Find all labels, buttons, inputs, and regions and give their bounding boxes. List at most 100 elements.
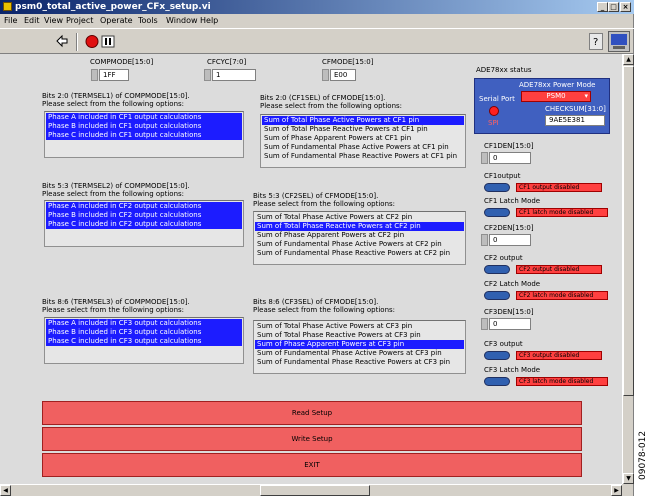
list-item[interactable]: Sum of Phase Apparent Powers at CF1 pin xyxy=(262,134,464,143)
cf2sel-listbox[interactable]: Sum of Total Phase Active Powers at CF2 … xyxy=(253,211,466,265)
status-title: ADE78xx status xyxy=(476,66,532,74)
list-item[interactable]: Sum of Total Phase Reactive Powers at CF… xyxy=(262,125,464,134)
list-item[interactable]: Sum of Fundamental Phase Active Powers a… xyxy=(255,240,464,249)
minimize-button[interactable]: _ xyxy=(597,2,608,12)
status-panel: ADE78xx Power Mode PSM0 ▾ Serial Port SP… xyxy=(474,78,610,134)
list-item[interactable]: Phase C included in CF1 output calculati… xyxy=(46,131,242,140)
cfcyc-spinner[interactable] xyxy=(204,69,211,81)
scroll-left-arrow-icon[interactable]: ◀ xyxy=(0,485,11,496)
list-item[interactable]: Sum of Fundamental Phase Reactive Powers… xyxy=(255,358,464,367)
list-item[interactable]: Sum of Fundamental Phase Reactive Powers… xyxy=(262,152,464,161)
termsel1-listbox[interactable]: Phase A included in CF1 output calculati… xyxy=(44,111,244,158)
abort-icon[interactable] xyxy=(84,34,100,49)
vertical-scroll-thumb[interactable] xyxy=(623,66,634,396)
horizontal-scrollbar[interactable]: ◀ ▶ xyxy=(0,484,622,496)
cf2latch-toggle[interactable] xyxy=(484,291,510,300)
cf2latch-label: CF2 Latch Mode xyxy=(484,280,541,288)
compmode-spinner[interactable] xyxy=(91,69,98,81)
termsel1-prompt: Please select from the following options… xyxy=(42,100,185,108)
scroll-right-arrow-icon[interactable]: ▶ xyxy=(611,485,622,496)
cf1sel-listbox[interactable]: Sum of Total Phase Active Powers at CF1 … xyxy=(260,114,466,168)
list-item[interactable]: Phase B included in CF3 output calculati… xyxy=(46,328,242,337)
cf3den-input[interactable]: 0 xyxy=(489,318,531,330)
termsel2-listbox[interactable]: Phase A included in CF2 output calculati… xyxy=(44,200,244,247)
cfmode-label: CFMODE[15:0] xyxy=(322,58,374,66)
list-item[interactable]: Sum of Total Phase Reactive Powers at CF… xyxy=(255,331,464,340)
read-setup-button[interactable]: Read Setup xyxy=(42,401,582,425)
cf1den-input[interactable]: 0 xyxy=(489,152,531,164)
menu-view[interactable]: View xyxy=(44,14,63,28)
front-panel: COMPMODE[15:0] 1FF CFCYC[7:0] 1 CFMODE[1… xyxy=(0,54,622,484)
cf3output-toggle[interactable] xyxy=(484,351,510,360)
cf3output-status: CF3 output disabled xyxy=(516,351,602,360)
list-item[interactable]: Phase A included in CF2 output calculati… xyxy=(46,202,242,211)
menu-edit[interactable]: Edit xyxy=(24,14,40,28)
window-title: psm0_total_active_power_CFx_setup.vi xyxy=(15,2,211,12)
list-item[interactable]: Sum of Phase Apparent Powers at CF2 pin xyxy=(255,231,464,240)
power-mode-label: ADE78xx Power Mode xyxy=(519,81,596,89)
cf3latch-status: CF3 latch mode disabled xyxy=(516,377,608,386)
list-item[interactable]: Phase B included in CF2 output calculati… xyxy=(46,211,242,220)
scroll-down-arrow-icon[interactable]: ▼ xyxy=(623,473,634,484)
cf3sel-listbox[interactable]: Sum of Total Phase Active Powers at CF3 … xyxy=(253,320,466,374)
list-item[interactable]: Phase A included in CF1 output calculati… xyxy=(46,113,242,122)
cf2output-toggle[interactable] xyxy=(484,265,510,274)
cfcyc-input[interactable]: 1 xyxy=(212,69,256,81)
list-item[interactable]: Sum of Phase Apparent Powers at CF3 pin xyxy=(255,340,464,349)
scroll-up-arrow-icon[interactable]: ▲ xyxy=(623,54,634,65)
cf2den-input[interactable]: 0 xyxy=(489,234,531,246)
list-item[interactable]: Phase C included in CF2 output calculati… xyxy=(46,220,242,229)
write-setup-button[interactable]: Write Setup xyxy=(42,427,582,451)
list-item[interactable]: Sum of Total Phase Active Powers at CF2 … xyxy=(255,213,464,222)
menu-tools[interactable]: Tools xyxy=(138,14,158,28)
menu-operate[interactable]: Operate xyxy=(100,14,133,28)
list-item[interactable]: Phase B included in CF1 output calculati… xyxy=(46,122,242,131)
menu-file[interactable]: File xyxy=(4,14,17,28)
list-item[interactable]: Sum of Total Phase Active Powers at CF3 … xyxy=(255,322,464,331)
cf3latch-toggle[interactable] xyxy=(484,377,510,386)
cf3den-label: CF3DEN[15:0] xyxy=(484,308,534,316)
termsel3-title: Bits 8:6 (TERMSEL3) of COMPMODE[15:0]. xyxy=(42,298,190,306)
cf1sel-prompt: Please select from the following options… xyxy=(260,102,403,110)
list-item[interactable]: Phase A included in CF3 output calculati… xyxy=(46,319,242,328)
cf2output-status: CF2 output disabled xyxy=(516,265,602,274)
cf2sel-title: Bits 5:3 (CF2SEL) of CFMODE[15:0]. xyxy=(253,192,379,200)
horizontal-scroll-thumb[interactable] xyxy=(260,485,370,496)
menu-bar: File Edit View Project Operate Tools Win… xyxy=(0,14,634,28)
help-icon[interactable]: ? xyxy=(589,33,603,50)
list-item[interactable]: Sum of Fundamental Phase Reactive Powers… xyxy=(255,249,464,258)
cf3latch-label: CF3 Latch Mode xyxy=(484,366,541,374)
cf1output-toggle[interactable] xyxy=(484,183,510,192)
cf1latch-toggle[interactable] xyxy=(484,208,510,217)
termsel3-listbox[interactable]: Phase A included in CF3 output calculati… xyxy=(44,317,244,364)
exit-button[interactable]: EXIT xyxy=(42,453,582,477)
compmode-input[interactable]: 1FF xyxy=(99,69,129,81)
run-arrow-icon[interactable] xyxy=(54,34,70,49)
cf3den-spinner[interactable] xyxy=(481,318,488,330)
cf2den-label: CF2DEN[15:0] xyxy=(484,224,534,232)
menu-window[interactable]: Window xyxy=(166,14,198,28)
list-item[interactable]: Phase C included in CF3 output calculati… xyxy=(46,337,242,346)
close-button[interactable]: × xyxy=(620,2,631,12)
svg-text:?: ? xyxy=(593,37,598,48)
list-item[interactable]: Sum of Total Phase Active Powers at CF1 … xyxy=(262,116,464,125)
list-item[interactable]: Sum of Fundamental Phase Active Powers a… xyxy=(255,349,464,358)
title-bar: psm0_total_active_power_CFx_setup.vi _ □… xyxy=(0,0,634,14)
list-item[interactable]: Sum of Fundamental Phase Active Powers a… xyxy=(262,143,464,152)
cfmode-spinner[interactable] xyxy=(322,69,329,81)
menu-project[interactable]: Project xyxy=(66,14,93,28)
checksum-value: 9AE5E381 xyxy=(545,115,605,126)
cf1sel-title: Bits 2:0 (CF1SEL) of CFMODE[15:0]. xyxy=(260,94,386,102)
vertical-scrollbar[interactable]: ▲ ▼ xyxy=(622,54,634,484)
power-mode-dropdown[interactable]: PSM0 ▾ xyxy=(521,91,591,102)
pause-icon[interactable] xyxy=(100,34,116,49)
chevron-down-icon: ▾ xyxy=(584,92,588,100)
checksum-label: CHECKSUM[31:0] xyxy=(545,105,606,113)
cf1den-spinner[interactable] xyxy=(481,152,488,164)
menu-help[interactable]: Help xyxy=(200,14,218,28)
list-item[interactable]: Sum of Total Phase Reactive Powers at CF… xyxy=(255,222,464,231)
cf2den-spinner[interactable] xyxy=(481,234,488,246)
cfmode-input[interactable]: E00 xyxy=(330,69,356,81)
termsel2-title: Bits 5:3 (TERMSEL2) of COMPMODE[15:0]. xyxy=(42,182,190,190)
maximize-button[interactable]: □ xyxy=(608,2,619,12)
